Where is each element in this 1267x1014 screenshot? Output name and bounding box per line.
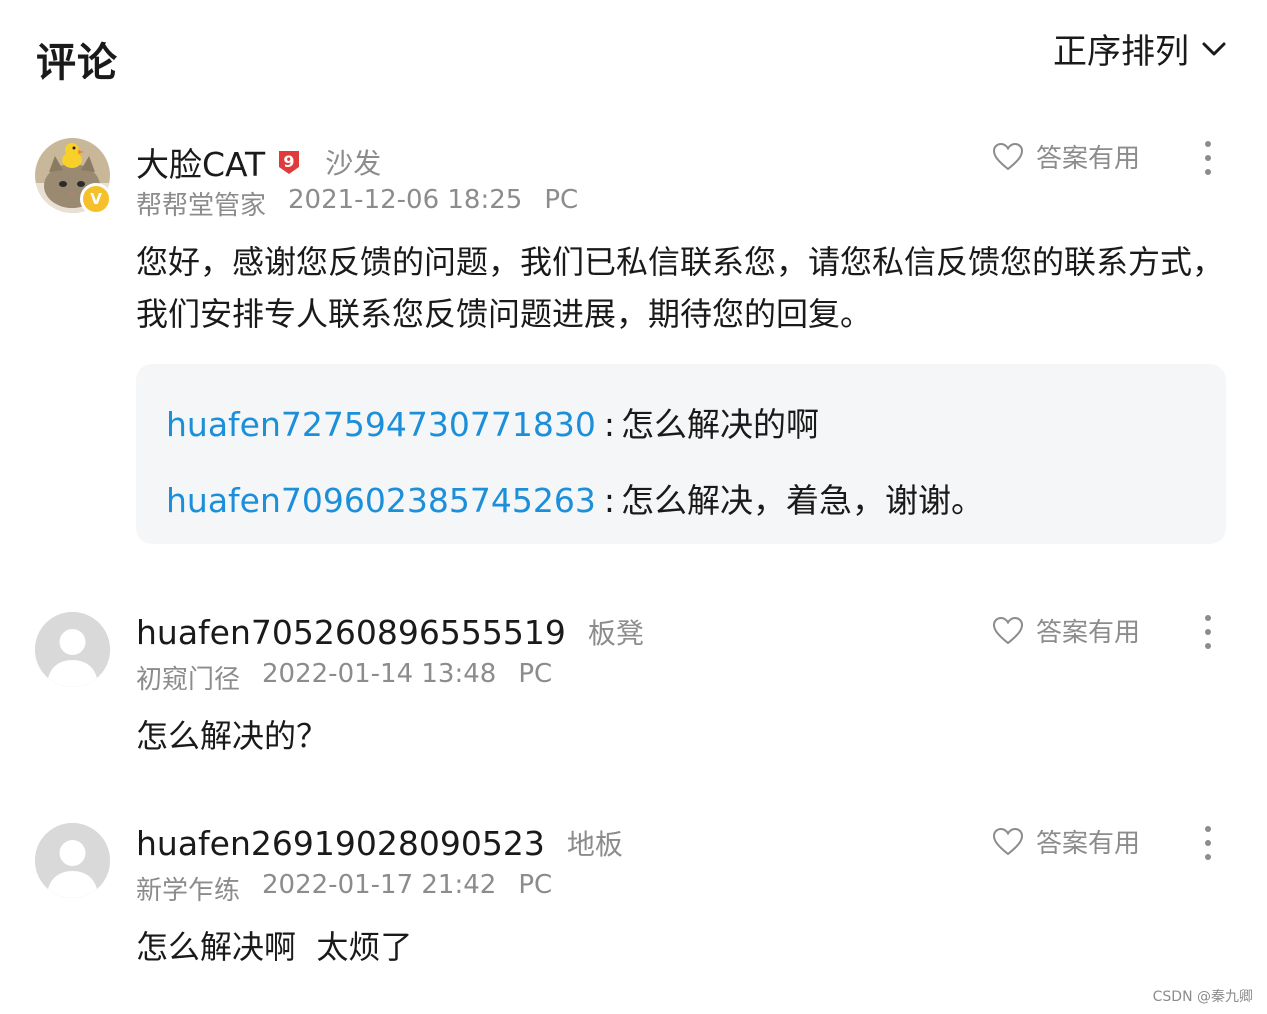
level-badge-icon: 9	[279, 151, 300, 174]
user-rank: 帮帮堂管家	[136, 191, 267, 221]
reply-box: huafen727594730771830: 怎么解决的啊 huafen70960…	[136, 364, 1226, 544]
reply-separator: :	[603, 481, 615, 520]
more-options-button[interactable]	[1190, 136, 1226, 180]
floor-label: 地板	[566, 828, 623, 861]
heart-icon	[992, 616, 1024, 644]
verified-badge: V	[80, 183, 112, 215]
level-badge-number: 9	[284, 152, 295, 171]
page-title: 评论	[36, 40, 118, 86]
reply-item: huafen709602385745263: 怎么解决，着急，谢谢。	[166, 474, 984, 522]
chevron-down-icon	[1202, 42, 1226, 55]
floor-label: 板凳	[587, 617, 644, 650]
reply-separator: :	[603, 405, 615, 444]
comment-text: 怎么解决啊 太烦了	[136, 928, 413, 966]
more-options-button[interactable]	[1190, 821, 1226, 865]
user-name[interactable]: huafen705260896555519	[136, 613, 566, 652]
helpful-button[interactable]: 答案有用	[992, 612, 1140, 649]
default-user-icon	[35, 612, 110, 687]
user-name[interactable]: huafen26919028090523	[136, 824, 545, 863]
user-rank: 新学乍练	[136, 876, 241, 906]
avatar[interactable]: V	[35, 138, 112, 215]
sort-label: 正序排列	[1053, 32, 1189, 72]
comment-time: 2022-01-17 21:42	[262, 870, 497, 900]
helpful-button[interactable]: 答案有用	[992, 138, 1140, 175]
floor-label: 沙发	[325, 147, 382, 180]
comment-device: PC	[544, 185, 579, 215]
default-user-icon	[35, 823, 110, 898]
reply-text: 怎么解决，着急，谢谢。	[620, 481, 984, 520]
comment-text: 怎么解决的？	[136, 717, 329, 755]
comment-device: PC	[518, 870, 553, 900]
heart-icon	[992, 827, 1024, 855]
reply-item: huafen727594730771830: 怎么解决的啊	[166, 398, 819, 446]
heart-icon	[992, 142, 1024, 170]
comment-time: 2022-01-14 13:48	[262, 659, 497, 689]
helpful-button[interactable]: 答案有用	[992, 823, 1140, 860]
helpful-label: 答案有用	[1036, 829, 1141, 859]
more-vertical-icon	[1205, 615, 1211, 649]
reply-user-link[interactable]: huafen727594730771830	[166, 405, 596, 444]
avatar[interactable]	[35, 612, 110, 687]
comment-time: 2021-12-06 18:25	[288, 185, 523, 215]
avatar[interactable]	[35, 823, 110, 898]
reply-user-link[interactable]: huafen709602385745263	[166, 481, 596, 520]
sort-dropdown[interactable]: 正序排列	[1053, 24, 1229, 73]
comment-device: PC	[518, 659, 553, 689]
helpful-label: 答案有用	[1036, 618, 1141, 648]
reply-text: 怎么解决的啊	[620, 405, 819, 444]
user-name[interactable]: 大脸CAT	[136, 138, 265, 186]
user-rank: 初窥门径	[136, 665, 241, 695]
comment-text: 您好，感谢您反馈的问题，我们已私信联系您，请您私信反馈您的联系方式，我们安排专人…	[136, 243, 1225, 333]
more-vertical-icon	[1205, 826, 1211, 860]
more-vertical-icon	[1205, 141, 1211, 175]
watermark: CSDN @秦九卿	[1152, 989, 1253, 1005]
helpful-label: 答案有用	[1036, 144, 1141, 174]
more-options-button[interactable]	[1190, 610, 1226, 654]
